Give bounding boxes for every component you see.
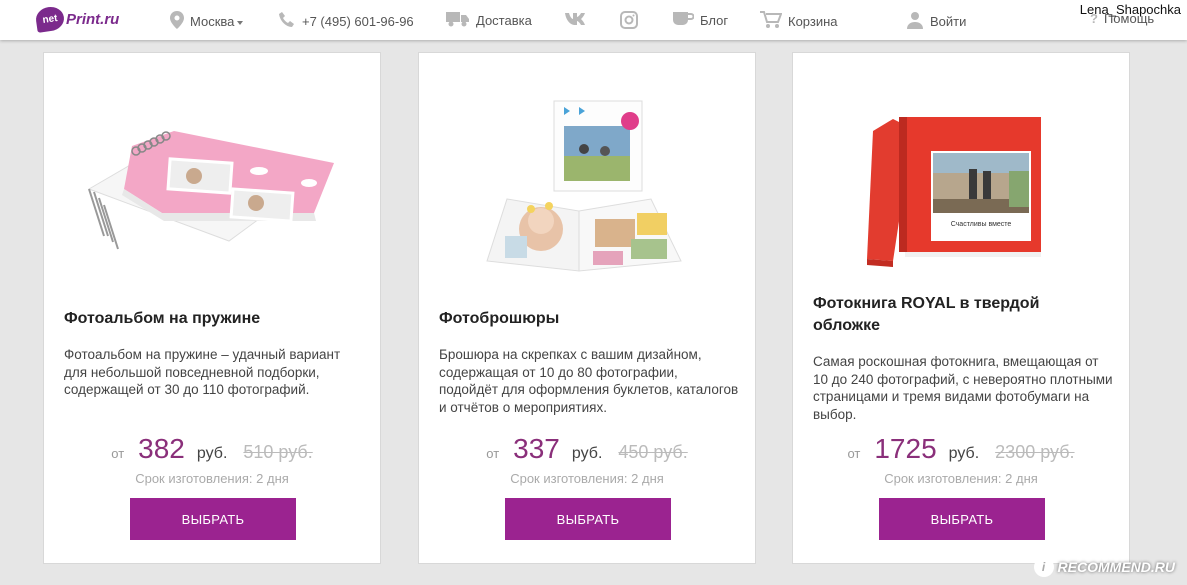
chevron-down-icon <box>237 20 244 25</box>
logo-mark: net <box>34 5 66 33</box>
city-selector[interactable]: Москва <box>170 11 244 32</box>
recommend-logo-icon: i <box>1033 557 1054 577</box>
delivery-label: Доставка <box>476 13 532 28</box>
price-from-label: от <box>847 446 861 461</box>
instagram-icon <box>620 11 638 32</box>
recommend-watermark: i RECOMMEND.RU <box>1033 557 1175 577</box>
choose-button[interactable]: ВЫБРАТЬ <box>130 498 296 540</box>
login-label: Войти <box>930 14 967 29</box>
price-currency: руб. <box>571 445 603 462</box>
price-from-label: от <box>111 446 125 461</box>
delivery-link[interactable]: Доставка <box>446 11 532 30</box>
old-price: 450 руб. <box>618 442 688 462</box>
card-description: Самая роскошная фотокнига, вмещающая от … <box>813 354 1113 422</box>
cart-label: Корзина <box>788 14 838 29</box>
price-value: 337 <box>513 433 560 464</box>
choose-button[interactable]: ВЫБРАТЬ <box>879 498 1045 540</box>
old-price: 510 руб. <box>243 442 313 462</box>
card-title: Фотоальбом на пружине <box>64 310 261 327</box>
product-image <box>419 71 757 311</box>
logo-text: Print.ru <box>66 10 120 28</box>
blog-label: Блог <box>700 13 729 28</box>
cover-caption: Счастливы вместе <box>950 221 1012 228</box>
cart-icon <box>760 11 783 32</box>
price-currency: руб. <box>948 445 980 462</box>
price-currency: руб. <box>196 445 228 462</box>
user-icon <box>906 11 924 32</box>
login-link[interactable]: Войти <box>906 11 966 32</box>
product-card-royal-photobook: Счастливы вместе Фотокнига ROYAL в тверд… <box>792 52 1130 564</box>
product-card-spiral-album: Фотоальбом на пружине Фотоальбом на пруж… <box>43 52 381 564</box>
phone-link[interactable]: +7 (495) 601-96-96 <box>278 11 414 32</box>
blog-link[interactable]: Блог <box>672 11 728 30</box>
card-title: Фотокнига ROYAL в твердой обложке <box>813 295 1040 334</box>
vk-link[interactable] <box>564 11 592 28</box>
lead-time: Срок изготовления: 2 дня <box>510 471 664 486</box>
product-card-photo-brochure: Фотоброшюры Брошюра на скрепках с вашим … <box>418 52 756 564</box>
card-description: Фотоальбом на пружине – удачный вариант … <box>64 347 341 397</box>
price-from-label: от <box>486 446 500 461</box>
choose-button[interactable]: ВЫБРАТЬ <box>505 498 671 540</box>
card-description: Брошюра на скрепках с вашим дизайном, со… <box>439 347 739 415</box>
phone-icon <box>278 11 296 32</box>
price-row: от 1725 руб. 2300 руб. <box>793 433 1129 465</box>
cart-link[interactable]: Корзина <box>760 11 838 32</box>
top-navigation-bar: net Print.ru Москва +7 (495) 601-96-96 Д… <box>0 0 1187 40</box>
city-label: Москва <box>190 14 235 29</box>
site-logo[interactable]: net Print.ru <box>34 5 120 33</box>
recommend-watermark-text: RECOMMEND.RU <box>1057 559 1175 575</box>
instagram-link[interactable] <box>620 11 644 32</box>
price-row: от 382 руб. 510 руб. <box>44 433 380 465</box>
product-image <box>44 71 382 311</box>
phone-number: +7 (495) 601-96-96 <box>302 14 414 29</box>
location-pin-icon <box>170 11 184 32</box>
old-price: 2300 руб. <box>995 442 1075 462</box>
product-image: Счастливы вместе <box>793 71 1131 311</box>
cup-icon <box>672 11 695 30</box>
price-value: 1725 <box>874 433 937 464</box>
lead-time: Срок изготовления: 2 дня <box>135 471 289 486</box>
vk-icon <box>564 11 586 28</box>
card-title: Фотоброшюры <box>439 310 560 327</box>
username-watermark: Lena_Shapochka <box>1079 2 1181 17</box>
price-value: 382 <box>138 433 185 464</box>
price-row: от 337 руб. 450 руб. <box>419 433 755 465</box>
truck-icon <box>446 11 470 30</box>
lead-time: Срок изготовления: 2 дня <box>884 471 1038 486</box>
